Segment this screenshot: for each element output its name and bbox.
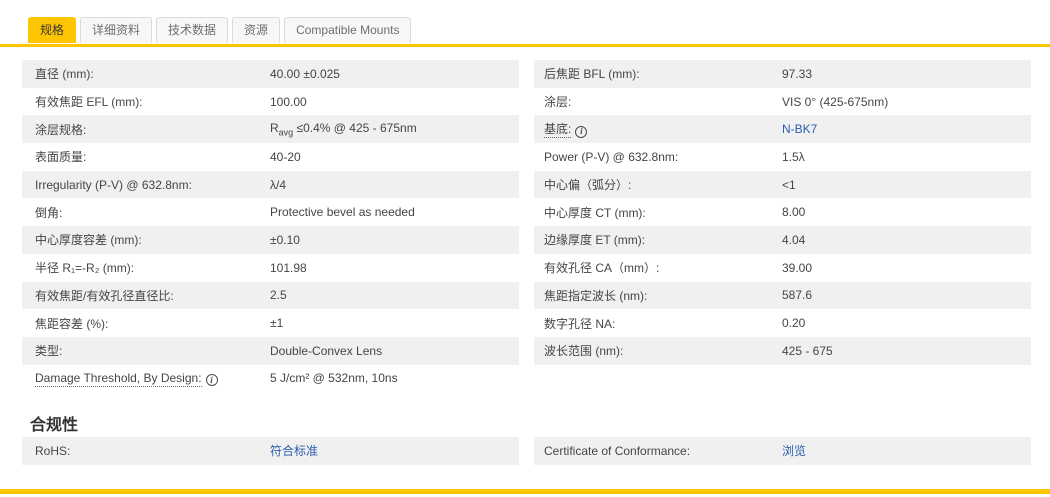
compliance-heading: 合规性	[30, 417, 79, 434]
table-row-diameter: 直径 (mm): 40.00 ±0.025	[22, 60, 519, 88]
info-icon[interactable]: i	[205, 374, 218, 387]
spec-value: 0.20	[782, 316, 806, 331]
spec-label: 焦距容差 (%):	[35, 316, 109, 331]
spec-label: Damage Threshold, By Design: i	[22, 370, 270, 387]
compliance-coc: Certificate of Conformance: 浏览	[534, 437, 1031, 465]
bottom-accent-bar	[0, 489, 1050, 494]
spec-column-right: 后焦距 BFL (mm): 97.33 涂层: VIS 0° (425-675n…	[534, 60, 1031, 392]
tab-accent-underline	[0, 44, 1050, 47]
table-row-radius: 半径 R₁=-R₂ (mm): 101.98	[22, 254, 519, 282]
spec-value: 1.5λ	[782, 149, 805, 164]
table-row-damage-threshold: Damage Threshold, By Design: i 5 J/cm² @ …	[22, 365, 519, 393]
tab-specifications[interactable]: 规格	[28, 17, 77, 43]
spec-value: 100.00	[270, 94, 307, 109]
spec-value: N-BK7	[782, 122, 1031, 136]
info-icon[interactable]: i	[575, 125, 588, 138]
spec-label: 基底: i	[534, 120, 782, 139]
spec-label: 有效孔径 CA（mm）:	[544, 261, 660, 276]
spec-value: 4.04	[782, 232, 806, 247]
spec-column-left: 直径 (mm): 40.00 ±0.025 有效焦距 EFL (mm): 100…	[22, 60, 519, 392]
spec-label: 有效焦距/有效孔径直径比:	[35, 288, 174, 303]
spec-table: 直径 (mm): 40.00 ±0.025 有效焦距 EFL (mm): 100…	[22, 60, 1031, 392]
spec-label: 中心厚度容差 (mm):	[35, 233, 142, 248]
table-row-et: 边缘厚度 ET (mm): 4.04	[534, 226, 1031, 254]
table-row-power: Power (P-V) @ 632.8nm: 1.5λ	[534, 143, 1031, 171]
table-row-ct: 中心厚度 CT (mm): 8.00	[534, 198, 1031, 226]
table-row-substrate: 基底: i N-BK7	[534, 115, 1031, 144]
spec-value: λ/4	[270, 177, 287, 192]
spec-value: 40-20	[270, 149, 301, 164]
rohs-label: RoHS:	[35, 443, 71, 458]
coc-label: Certificate of Conformance:	[544, 443, 691, 458]
spec-value: 5 J/cm² @ 532nm, 10ns	[270, 371, 398, 386]
tab-resources[interactable]: 资源	[232, 17, 281, 43]
table-row-design-wavelength: 焦距指定波长 (nm): 587.6	[534, 281, 1031, 310]
spec-label: 类型:	[35, 344, 63, 359]
table-row-ca: 有效孔径 CA（mm）: 39.00	[534, 254, 1031, 282]
table-row-fl-tolerance: 焦距容差 (%): ±1	[22, 309, 519, 337]
spec-label: 波长范围 (nm):	[544, 344, 624, 359]
tab-compatible-mounts[interactable]: Compatible Mounts	[284, 17, 412, 43]
spec-label: 涂层:	[544, 95, 572, 110]
spec-value: 587.6	[782, 288, 813, 303]
tab-technical-data[interactable]: 技术数据	[156, 17, 229, 43]
table-row-surface-quality: 表面质量: 40-20	[22, 143, 519, 171]
spec-value: 2.5	[270, 288, 287, 303]
spec-value: ±0.10	[270, 232, 300, 247]
table-row-coating-spec: 涂层规格: Ravg ≤0.4% @ 425 - 675nm	[22, 115, 519, 144]
substrate-tooltip-label[interactable]: 基底:	[544, 122, 572, 139]
spec-value: <1	[782, 177, 796, 192]
spec-label: 直径 (mm):	[35, 67, 94, 82]
spec-label: 边缘厚度 ET (mm):	[544, 233, 646, 248]
spec-label: 焦距指定波长 (nm):	[544, 288, 648, 303]
table-row-bfl: 后焦距 BFL (mm): 97.33	[534, 60, 1031, 88]
spec-value: 97.33	[782, 66, 813, 81]
spec-value: Protective bevel as needed	[270, 205, 415, 220]
table-row-coating: 涂层: VIS 0° (425-675nm)	[534, 88, 1031, 116]
compliance-row: RoHS: 符合标准 Certificate of Conformance: 浏…	[22, 437, 1031, 465]
spec-value: 425 - 675	[782, 343, 833, 358]
spec-value: ±1	[270, 316, 284, 331]
table-row-wavelength-range: 波长范围 (nm): 425 - 675	[534, 336, 1031, 365]
spec-value: VIS 0° (425-675nm)	[782, 94, 889, 109]
spec-value: 8.00	[782, 205, 806, 220]
spec-value: 40.00 ±0.025	[270, 66, 340, 81]
spec-label: Irregularity (P-V) @ 632.8nm:	[35, 177, 192, 192]
spec-label: 有效焦距 EFL (mm):	[35, 95, 143, 110]
rohs-compliant-link[interactable]: 符合标准	[270, 444, 318, 458]
spec-label: 数字孔径 NA:	[544, 316, 616, 331]
rohs-value: 符合标准	[270, 442, 519, 459]
spec-label: 半径 R₁=-R₂ (mm):	[35, 261, 135, 276]
table-row-ct-tolerance: 中心厚度容差 (mm): ±0.10	[22, 226, 519, 254]
substrate-link[interactable]: N-BK7	[782, 122, 817, 136]
tab-bar: 规格 详细资料 技术数据 资源 Compatible Mounts	[28, 17, 412, 43]
table-row-centering: 中心偏（弧分）: <1	[534, 170, 1031, 199]
spec-label: 表面质量:	[35, 150, 87, 165]
spec-label: 后焦距 BFL (mm):	[544, 67, 640, 82]
coc-view-link[interactable]: 浏览	[782, 444, 806, 458]
spec-value: 101.98	[270, 260, 307, 275]
table-row-bevel: 倒角: Protective bevel as needed	[22, 198, 519, 226]
spec-label: 中心厚度 CT (mm):	[544, 205, 646, 220]
spec-label: 涂层规格:	[35, 122, 87, 137]
table-row-na: 数字孔径 NA: 0.20	[534, 309, 1031, 337]
table-row-efl: 有效焦距 EFL (mm): 100.00	[22, 88, 519, 116]
spec-value: Double-Convex Lens	[270, 343, 383, 358]
compliance-rohs: RoHS: 符合标准	[22, 437, 519, 465]
table-row-efl-ca-ratio: 有效焦距/有效孔径直径比: 2.5	[22, 281, 519, 310]
spec-label: 中心偏（弧分）:	[544, 178, 632, 193]
spec-value: 39.00	[782, 260, 813, 275]
spec-value: Ravg ≤0.4% @ 425 - 675nm	[270, 121, 417, 138]
tab-details[interactable]: 详细资料	[80, 17, 153, 43]
damage-threshold-tooltip-label[interactable]: Damage Threshold, By Design:	[35, 370, 202, 387]
table-row-irregularity: Irregularity (P-V) @ 632.8nm: λ/4	[22, 170, 519, 199]
coc-value: 浏览	[782, 442, 1031, 459]
table-row-type: 类型: Double-Convex Lens	[22, 336, 519, 365]
spec-label: Power (P-V) @ 632.8nm:	[544, 149, 679, 164]
spec-label: 倒角:	[35, 205, 63, 220]
